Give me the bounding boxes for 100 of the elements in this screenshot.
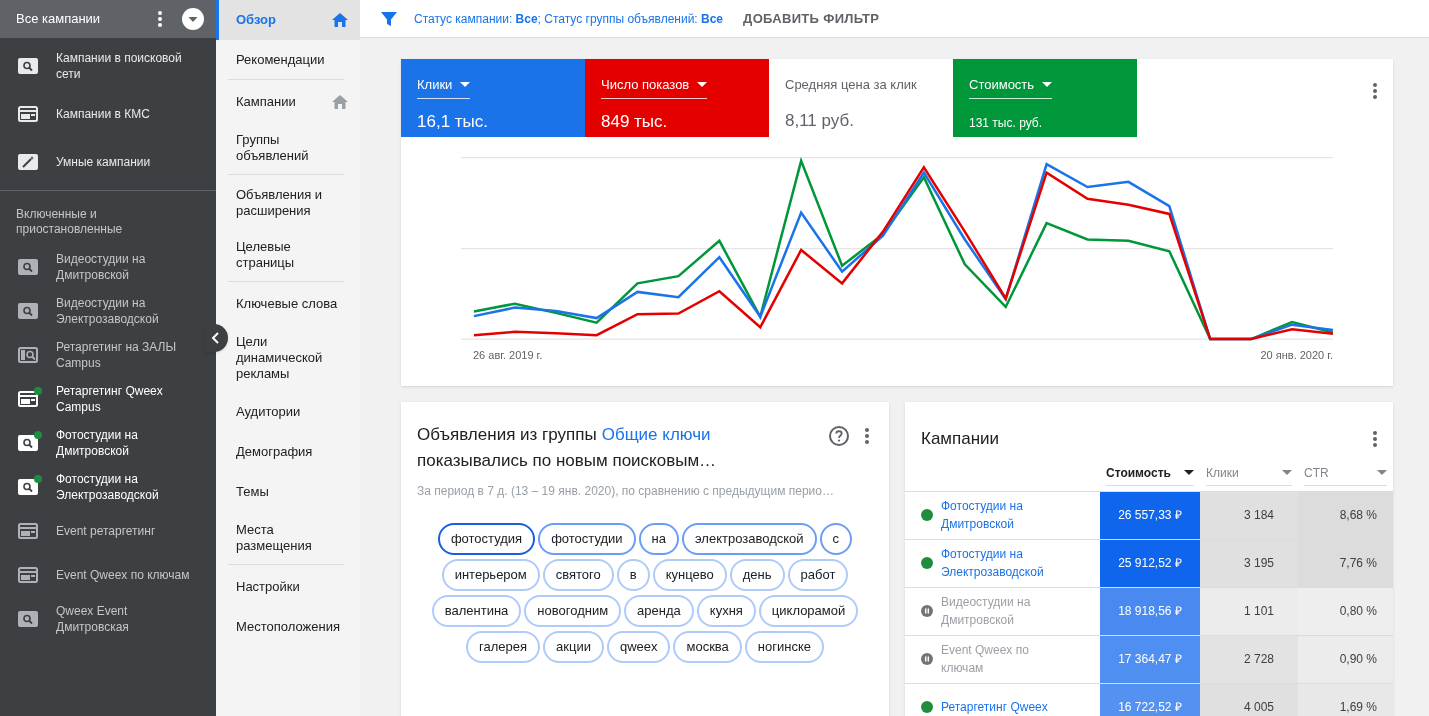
table-cell: 26 557,33 ₽	[1100, 491, 1200, 539]
table-cell: 3 184	[1200, 491, 1298, 539]
keyword-chip[interactable]: галерея	[466, 631, 540, 663]
keyword-chip[interactable]: в	[616, 559, 650, 591]
more-icon[interactable]	[1373, 83, 1377, 99]
keyword-chip[interactable]: аренда	[624, 595, 694, 627]
card-subtitle: За период в 7 д. (13 – 19 янв. 2020), по сравнению с предыдущим перио…	[417, 483, 835, 500]
sidebar-item[interactable]: Кампании в КМС	[0, 90, 204, 138]
nav-item[interactable]: Целевые страницы	[228, 229, 344, 282]
table-cell: 17 364,47 ₽	[1100, 635, 1200, 683]
nav-item[interactable]: Группы объявлений	[228, 122, 344, 175]
metric-label[interactable]: Стоимость	[969, 75, 1053, 99]
layout-icon	[18, 106, 38, 122]
nav-item[interactable]: Местоположения	[228, 607, 360, 647]
sidebar-item[interactable]: Ретаргетинг на ЗАЛЫ Campus	[0, 333, 204, 377]
table-cell: 8,68 %	[1298, 491, 1393, 539]
keyword-chip[interactable]: работ	[787, 559, 849, 591]
nav-item[interactable]: Настройки	[228, 567, 360, 607]
metric-value: 8,11 руб.	[785, 109, 855, 132]
sidebar-item[interactable]: Видеостудии на Дмитровской	[0, 245, 204, 289]
sort-caret-icon	[1282, 470, 1292, 475]
campaign-link[interactable]: Фотостудии на Дмитровской	[941, 497, 1071, 533]
sidebar-item[interactable]: Умные кампании	[0, 138, 204, 186]
collapse-button[interactable]	[204, 324, 228, 352]
keyword-chip[interactable]: акции	[543, 631, 604, 663]
card-title: Объявления из группы	[417, 424, 597, 446]
dropdown-icon[interactable]	[182, 8, 204, 30]
filter-status[interactable]: Статус кампании: Все; Статус группы объявлений: Все	[414, 9, 724, 28]
caret-icon	[460, 82, 471, 88]
campaign-link[interactable]: Ретаргетинг Qweex	[941, 698, 1048, 716]
keyword-chip[interactable]: интерьером	[441, 559, 540, 591]
table-cell: 2 728	[1200, 635, 1298, 683]
sidebar-item[interactable]: Ретаргетинг Qweex Campus	[0, 377, 204, 421]
sidebar-item[interactable]: Фотостудии на Дмитровской	[0, 421, 204, 465]
keyword-chip[interactable]: фотостудия	[437, 523, 536, 555]
card-title: показывались по новым поисковым…	[417, 450, 718, 472]
nav-item[interactable]: Объявления и расширения	[228, 177, 360, 229]
search-icon	[18, 611, 38, 627]
keyword-chip[interactable]: ногинске	[744, 631, 824, 663]
sort-caret-icon	[1377, 470, 1387, 475]
nav-item[interactable]: Обзор	[216, 0, 360, 40]
metric-label[interactable]: Клики	[417, 75, 471, 99]
nav-item[interactable]: Рекомендации	[228, 40, 344, 80]
sidebar-item[interactable]: Фотостудии на Электрозаводской	[0, 465, 204, 509]
table-cell: 18 918,56 ₽	[1100, 587, 1200, 635]
help-icon[interactable]	[829, 426, 849, 446]
nav-item[interactable]: Ключевые слова	[228, 284, 360, 324]
column-header[interactable]: Клики	[1206, 463, 1292, 486]
keyword-chip[interactable]: с	[819, 523, 853, 555]
more-icon[interactable]	[1373, 430, 1377, 447]
keyword-chip[interactable]: валентина	[431, 595, 522, 627]
more-icon[interactable]	[865, 428, 869, 444]
metric-label[interactable]: Число показов	[601, 75, 708, 99]
metric-value: 131 тыс. руб.	[969, 114, 1044, 132]
keyword-chip[interactable]: электрозаводской	[682, 523, 817, 555]
metric-tile[interactable]: Число показов 849 тыс.	[585, 59, 769, 137]
search-icon	[18, 435, 38, 451]
column-header[interactable]: Стоимость	[1106, 463, 1194, 486]
search-icon	[18, 303, 38, 319]
keyword-chip[interactable]: день	[729, 559, 785, 591]
nav-item[interactable]: Цели динамической рекламы	[228, 324, 360, 392]
metric-label[interactable]: Средняя цена за клик	[785, 75, 917, 98]
nav-item[interactable]: Кампании	[228, 82, 360, 122]
keyword-chip[interactable]: кухня	[696, 595, 756, 627]
metric-tile[interactable]: Клики 16,1 тыс.	[401, 59, 585, 137]
keyword-chip[interactable]: qweex	[606, 631, 671, 663]
card-title: Кампании	[921, 428, 1000, 450]
table-cell: 16 722,52 ₽	[1100, 683, 1200, 716]
keyword-chip[interactable]: новогодним	[524, 595, 622, 627]
keyword-chip[interactable]: фотостудии	[538, 523, 636, 555]
metric-value: 16,1 тыс.	[417, 110, 490, 133]
sidebar-item[interactable]: Qweex Event Дмитровская	[0, 597, 204, 641]
keyword-chip[interactable]: святого	[542, 559, 614, 591]
sort-caret-icon	[1184, 470, 1194, 475]
nav-item[interactable]: Темы	[228, 472, 360, 512]
sidebar-item[interactable]: Видеостудии на Электрозаводской	[0, 289, 204, 333]
more-icon[interactable]	[158, 11, 162, 27]
ad-group-link[interactable]: Общие ключи	[601, 422, 711, 448]
nav-item[interactable]: Демография	[228, 432, 360, 472]
sidebar-item[interactable]: Event Qweex по ключам	[0, 553, 204, 597]
keyword-chip[interactable]: на	[638, 523, 679, 555]
table-cell: 0,80 %	[1298, 587, 1393, 635]
sidebar-item[interactable]: Event ретаргетинг	[0, 509, 204, 553]
caret-icon	[697, 82, 708, 88]
layout-icon	[18, 523, 38, 539]
nav-item[interactable]: Места размещения	[228, 512, 344, 565]
column-header[interactable]: CTR	[1304, 463, 1387, 486]
nav-item[interactable]: Аудитории	[228, 392, 360, 432]
caret-icon	[1042, 82, 1053, 88]
keyword-chip[interactable]: москва	[673, 631, 742, 663]
add-filter-button[interactable]: ДОБАВИТЬ ФИЛЬТР	[743, 8, 880, 29]
table-cell: 7,76 %	[1298, 539, 1393, 587]
filter-icon[interactable]	[380, 9, 398, 28]
campaign-link[interactable]: Фотостудии на Электрозаводской	[941, 545, 1071, 581]
keyword-chip[interactable]: циклорамой	[758, 595, 859, 627]
sidebar-item[interactable]: Кампании в поисковой сети	[0, 42, 204, 90]
magic-wand-icon	[18, 154, 38, 170]
table-cell: 4 005	[1200, 683, 1298, 716]
metric-tile[interactable]: Стоимость 131 тыс. руб.	[953, 59, 1137, 137]
keyword-chip[interactable]: кунцево	[652, 559, 727, 591]
